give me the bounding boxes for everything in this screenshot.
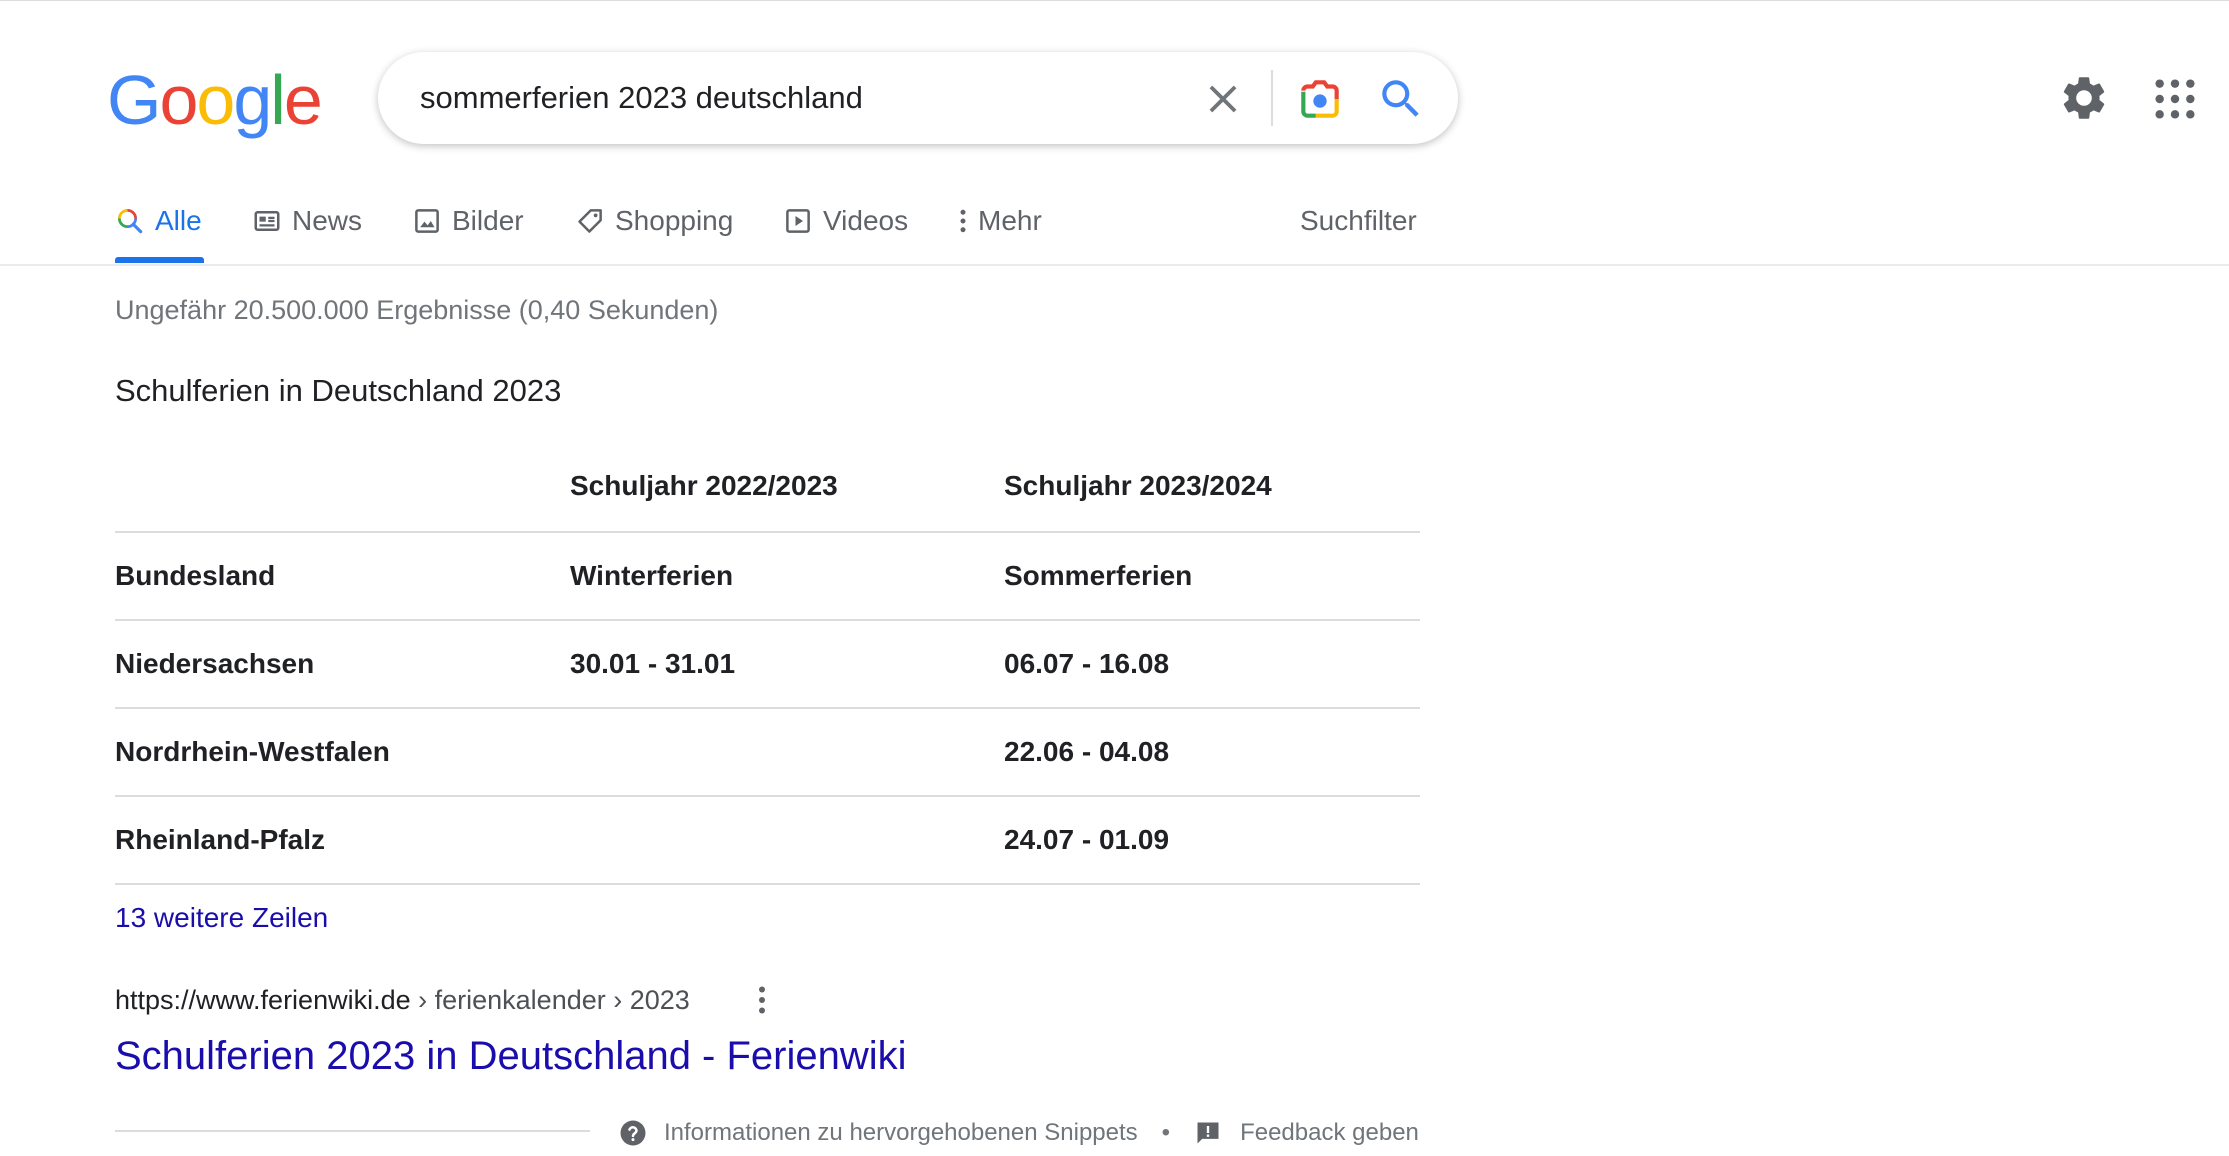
- search-input[interactable]: [420, 72, 1160, 124]
- google-logo[interactable]: Google: [107, 60, 323, 140]
- tab-mehr[interactable]: Mehr: [952, 196, 1042, 266]
- result-stats: Ungefähr 20.500.000 Ergebnisse (0,40 Sek…: [115, 295, 719, 325]
- table-header-cell: Schuljahr 2023/2024: [1004, 470, 1272, 501]
- lens-search-button[interactable]: [1295, 74, 1345, 124]
- table-cell: Winterferien: [570, 560, 734, 591]
- table-cell: Bundesland: [115, 560, 276, 591]
- tab-label: Bilder: [452, 205, 524, 236]
- logo-letter: o: [196, 61, 235, 139]
- help-icon: [620, 1120, 646, 1146]
- more-vertical-icon: [960, 209, 966, 233]
- result-options-button[interactable]: [748, 982, 776, 1018]
- logo-letter: l: [270, 61, 286, 139]
- apps-grid-icon: [2155, 79, 2195, 119]
- search-icon: [1382, 80, 1419, 117]
- result-url[interactable]: https://www.ferienwiki.de › ferienkalend…: [115, 980, 690, 1020]
- result-title-link[interactable]: Schulferien 2023 in Deutschland - Ferien…: [115, 1030, 907, 1082]
- search-divider: [1271, 70, 1273, 126]
- snippet-table: Schuljahr 2022/2023 Schuljahr 2023/2024 …: [115, 455, 1420, 885]
- top-border: [0, 0, 2229, 1]
- newspaper-icon: [254, 211, 280, 231]
- clear-search-button[interactable]: [1200, 76, 1246, 122]
- tab-bilder[interactable]: Bilder: [412, 196, 524, 266]
- tab-alle[interactable]: Alle: [115, 196, 202, 266]
- table-cell: Nordrhein-Westfalen: [115, 736, 390, 767]
- gear-icon: [2063, 77, 2105, 119]
- table-row: Rheinland-Pfalz 24.07 - 01.09: [115, 797, 1420, 885]
- footer-separator: •: [1161, 1119, 1171, 1146]
- table-cell: Rheinland-Pfalz: [115, 824, 326, 855]
- search-button[interactable]: [1376, 74, 1426, 124]
- result-domain: https://www.ferienwiki.de: [115, 985, 411, 1015]
- logo-letter: o: [159, 61, 198, 139]
- search-tools-button[interactable]: Suchfilter: [1300, 196, 1417, 246]
- more-vertical-icon: [759, 986, 765, 1014]
- feedback-icon: [1197, 1122, 1219, 1144]
- feedback-link[interactable]: Feedback geben: [1240, 1119, 1419, 1147]
- search-box: [378, 52, 1458, 144]
- snippet-title: Schulferien in Deutschland 2023: [115, 373, 562, 408]
- tab-label: News: [292, 205, 363, 236]
- logo-letter: e: [283, 61, 323, 139]
- snippet-footer-divider: [115, 1130, 590, 1132]
- table-header-cell: Schuljahr 2022/2023: [570, 470, 838, 501]
- camera-lens-icon: [1301, 80, 1339, 118]
- tab-label: Shopping: [615, 205, 734, 236]
- tabs-divider: [0, 264, 2229, 266]
- tab-news[interactable]: News: [252, 196, 362, 266]
- tag-icon: [578, 209, 602, 233]
- play-icon: [786, 209, 810, 233]
- table-row: Bundesland Winterferien Sommerferien: [115, 533, 1420, 621]
- table-cell: 06.07 - 16.08: [1004, 648, 1170, 679]
- table-cell: Niedersachsen: [115, 648, 315, 679]
- result-breadcrumbs: › ferienkalender › 2023: [410, 985, 690, 1015]
- active-tab-indicator: [115, 257, 204, 263]
- google-apps-button[interactable]: [2152, 76, 2198, 122]
- table-cell: 22.06 - 04.08: [1004, 736, 1170, 767]
- tab-shopping[interactable]: Shopping: [575, 196, 733, 266]
- about-snippets-link[interactable]: Informationen zu hervorgehobenen Snippet…: [664, 1119, 1138, 1147]
- table-cell: 24.07 - 01.09: [1004, 824, 1170, 855]
- tab-label: Alle: [155, 205, 202, 236]
- table-row: Nordrhein-Westfalen 22.06 - 04.08: [115, 709, 1420, 797]
- table-row: Niedersachsen 30.01 - 31.01 06.07 - 16.0…: [115, 621, 1420, 709]
- table-header-row: Schuljahr 2022/2023 Schuljahr 2023/2024: [115, 455, 1420, 533]
- tab-label: Mehr: [978, 205, 1042, 236]
- close-icon: [1209, 85, 1237, 113]
- image-icon: [415, 209, 439, 233]
- tab-videos[interactable]: Videos: [783, 196, 908, 266]
- logo-letter: g: [233, 61, 272, 139]
- search-icon: [118, 209, 143, 234]
- settings-button[interactable]: [2058, 72, 2110, 124]
- snippet-footer: Informationen zu hervorgehobenen Snippet…: [618, 1113, 1419, 1153]
- more-rows-link[interactable]: 13 weitere Zeilen: [115, 898, 328, 938]
- logo-letter: G: [107, 61, 161, 139]
- table-cell: Sommerferien: [1004, 560, 1193, 591]
- tab-label: Videos: [823, 205, 909, 236]
- table-cell: 30.01 - 31.01: [570, 648, 736, 679]
